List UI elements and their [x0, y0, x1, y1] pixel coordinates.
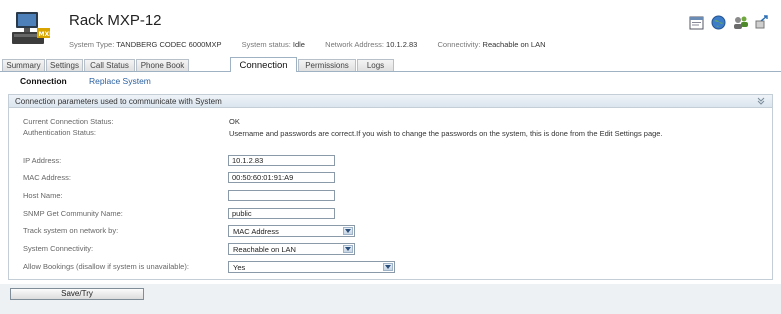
panel-title: Connection parameters used to communicat… [15, 97, 222, 106]
subnav-replace-system[interactable]: Replace System [89, 76, 151, 86]
subnav-connection[interactable]: Connection [20, 76, 67, 86]
current-status-value: OK [229, 117, 240, 126]
mac-address-field[interactable] [228, 172, 335, 183]
tab-settings[interactable]: Settings [46, 59, 83, 71]
chevron-down-icon [343, 227, 353, 235]
save-try-button[interactable]: Save/Try [10, 288, 144, 300]
window-icon[interactable] [688, 14, 705, 31]
header-actions [688, 14, 771, 31]
tab-connection[interactable]: Connection [230, 57, 297, 72]
system-connectivity-select[interactable]: Reachable on LAN [228, 243, 355, 255]
host-name-field[interactable] [228, 190, 335, 201]
ip-address-field[interactable] [228, 155, 335, 166]
system-connectivity-label: System Connectivity: [23, 244, 94, 253]
main-tabs: Summary Settings Call Status Phone Book … [0, 57, 781, 72]
allow-bookings-select[interactable]: Yes [228, 261, 395, 273]
network-address-value: 10.1.2.83 [386, 40, 418, 49]
snmp-community-label: SNMP Get Community Name: [23, 209, 123, 218]
panel-header: Connection parameters used to communicat… [9, 95, 772, 108]
auth-status-value: Username and passwords are correct.If yo… [229, 129, 663, 138]
current-status-label: Current Connection Status: [23, 117, 114, 126]
chevron-down-icon [343, 245, 353, 253]
system-type-value: TANDBERG CODEC 6000MXP [116, 40, 222, 49]
tab-phone-book[interactable]: Phone Book [136, 59, 189, 71]
users-icon[interactable] [732, 14, 749, 31]
network-address-label: Network Address: [325, 40, 384, 49]
tab-call-status[interactable]: Call Status [84, 59, 135, 71]
tab-logs[interactable]: Logs [357, 59, 394, 71]
allow-bookings-label: Allow Bookings (disallow if system is un… [23, 262, 189, 271]
track-by-select[interactable]: MAC Address [228, 225, 355, 237]
connectivity-value: Reachable on LAN [482, 40, 546, 49]
svg-text:MXP: MXP [39, 31, 53, 38]
track-by-label: Track system on network by: [23, 226, 119, 235]
system-type-label: System Type: [69, 40, 115, 49]
globe-icon[interactable] [710, 14, 727, 31]
host-name-label: Host Name: [23, 191, 63, 200]
chevron-down-icon [383, 263, 393, 271]
system-title: Rack MXP-12 [69, 12, 162, 29]
snmp-community-field[interactable] [228, 208, 335, 219]
tab-permissions[interactable]: Permissions [298, 59, 356, 71]
track-by-selected: MAC Address [233, 227, 279, 236]
sub-navigation: Connection Replace System [0, 72, 781, 90]
collapse-icon[interactable] [756, 96, 766, 106]
tab-summary[interactable]: Summary [2, 59, 45, 71]
system-status-label: System status: [241, 40, 291, 49]
ip-address-label: IP Address: [23, 156, 62, 165]
system-header: MXP Rack MXP-12 System Type: TANDBERG CO… [0, 0, 781, 56]
system-connectivity-selected: Reachable on LAN [233, 245, 296, 254]
allow-bookings-selected: Yes [233, 263, 246, 272]
codec-system-icon: MXP [10, 11, 54, 47]
mac-address-label: MAC Address: [23, 173, 71, 182]
link-icon[interactable] [754, 14, 771, 31]
system-status-value: Idle [292, 40, 305, 49]
auth-status-label: Authentication Status: [23, 128, 96, 137]
connection-panel: Connection parameters used to communicat… [8, 94, 773, 280]
connectivity-label: Connectivity: [437, 40, 481, 49]
system-meta: System Type: TANDBERG CODEC 6000MXP Syst… [69, 40, 546, 49]
